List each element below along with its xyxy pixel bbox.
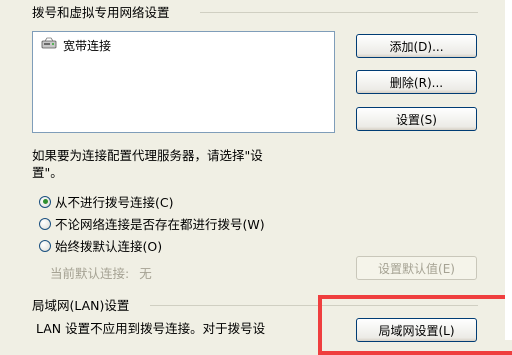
radio-dial-whenever[interactable]: 不论网络连接是否存在都进行拨号(W) [39,214,265,233]
radio-never-dial[interactable]: 从不进行拨号连接(C) [39,192,173,211]
list-item[interactable]: 宽带连接 [41,37,111,54]
highlight-box [318,295,512,355]
settings-button[interactable]: 设置(S) [356,107,477,131]
lan-section-title: 局域网(LAN)设置 [32,298,130,313]
connections-list[interactable]: 宽带连接 [32,31,335,133]
window-edge [505,0,512,340]
current-default-label: 当前默认连接: [50,266,130,281]
radio-button[interactable] [39,217,51,230]
remove-button[interactable]: 删除(R)... [356,70,477,94]
radio-button[interactable] [39,239,51,252]
broadband-connection-icon [41,37,59,54]
radio-always-dial-default[interactable]: 始终拨默认连接(O) [39,236,162,255]
radio-label: 从不进行拨号连接(C) [55,195,174,210]
radio-label: 不论网络连接是否存在都进行拨号(W) [55,217,265,232]
add-button[interactable]: 添加(D)... [356,34,477,58]
current-default-value: 无 [139,266,152,281]
radio-button[interactable] [39,195,51,208]
proxy-hint-line1: 如果要为连接配置代理服务器，请选择"设 [32,148,263,163]
dialup-section-title: 拨号和虚拟专用网络设置 [32,5,170,20]
radio-label: 始终拨默认连接(O) [55,239,163,254]
set-default-button[interactable]: 设置默认值(E) [356,256,477,280]
connection-name: 宽带连接 [63,39,112,53]
lan-description: LAN 设置不应用到拨号连接。对于拨号设 [36,321,266,336]
dialup-section-separator [200,12,478,13]
proxy-hint-line2: 置"。 [32,165,63,180]
